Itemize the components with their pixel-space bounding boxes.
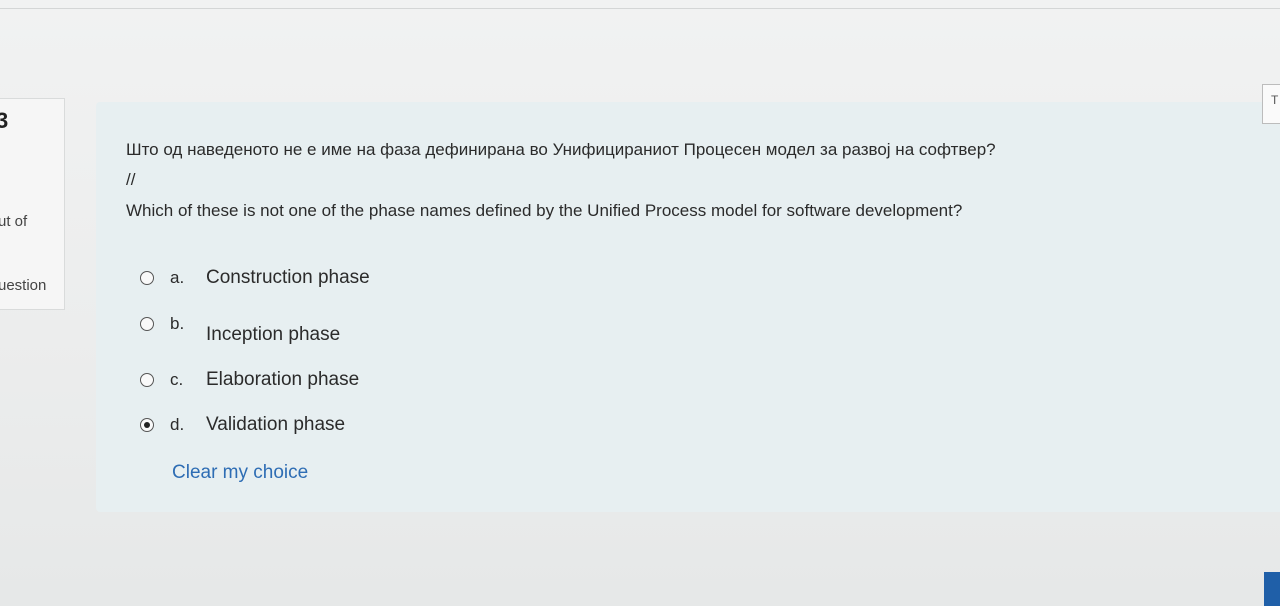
answer-letter: d. bbox=[170, 415, 185, 434]
radio-unchecked-icon[interactable] bbox=[140, 317, 154, 331]
answer-option-a[interactable]: a. Construction phase bbox=[140, 266, 370, 290]
flag-question-label[interactable]: uestion bbox=[0, 277, 46, 294]
question-formulation bbox=[96, 102, 1280, 512]
answer-text[interactable]: Inception phase bbox=[206, 324, 340, 346]
answer-text[interactable]: Elaboration phase bbox=[206, 369, 359, 391]
answer-text[interactable]: Validation phase bbox=[206, 414, 345, 436]
answer-option-b[interactable]: b. Inception phase bbox=[140, 312, 340, 345]
marked-out-of-label: ut of bbox=[0, 213, 28, 230]
question-text-en: Which of these is not one of the phase n… bbox=[126, 201, 963, 220]
answer-option-d[interactable]: d. Validation phase bbox=[140, 413, 345, 437]
answer-option-c[interactable]: c. Elaboration phase bbox=[140, 368, 359, 392]
answer-letter: c. bbox=[170, 370, 184, 389]
radio-unchecked-icon[interactable] bbox=[140, 271, 154, 285]
question-number: 3 bbox=[0, 108, 9, 133]
blue-corner-element bbox=[1264, 572, 1280, 606]
radio-checked-icon[interactable] bbox=[140, 418, 154, 432]
answer-letter: b. bbox=[170, 314, 185, 333]
answer-letter: a. bbox=[170, 268, 185, 287]
question-separator: // bbox=[126, 170, 136, 189]
right-edge-button[interactable]: T bbox=[1262, 84, 1280, 124]
question-text-mk: Што од наведеното не е име на фаза дефин… bbox=[126, 140, 996, 159]
answer-text[interactable]: Construction phase bbox=[206, 267, 370, 289]
radio-unchecked-icon[interactable] bbox=[140, 373, 154, 387]
top-divider bbox=[0, 8, 1280, 9]
clear-my-choice-link[interactable]: Clear my choice bbox=[172, 462, 308, 484]
